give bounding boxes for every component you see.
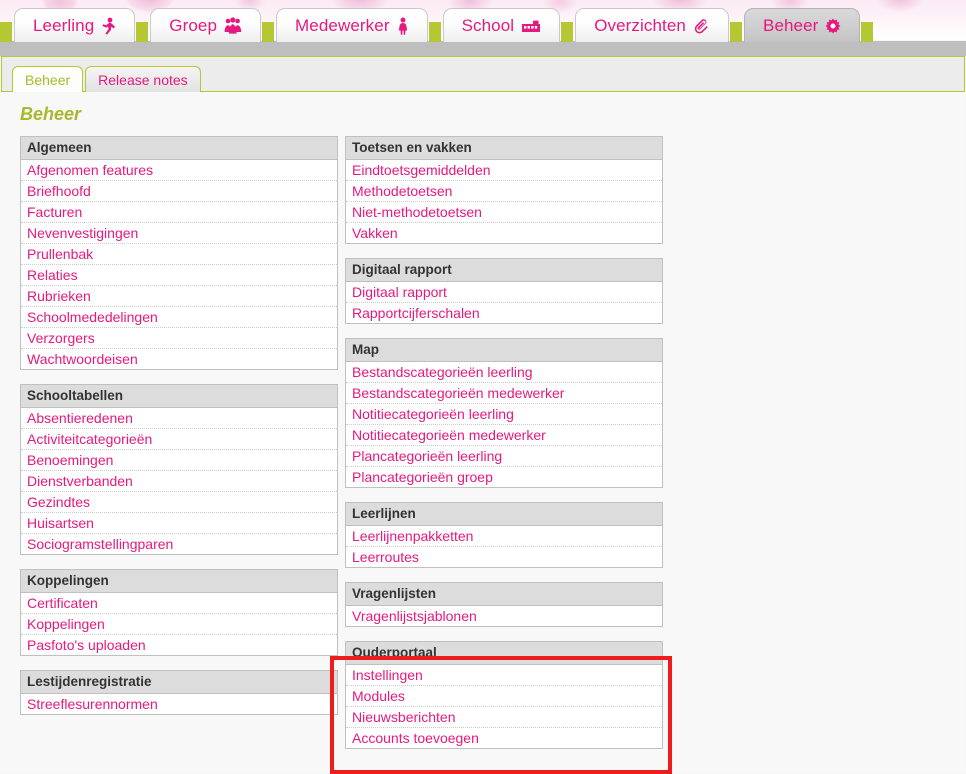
link-notitiecategorie-n-medewerker[interactable]: Notitiecategorieën medewerker (346, 425, 662, 446)
school-building-icon (521, 19, 541, 33)
tab-separator-accent (262, 22, 275, 42)
link-afgenomen-features[interactable]: Afgenomen features (21, 160, 337, 181)
link-prullenbak[interactable]: Prullenbak (21, 244, 337, 265)
tab-separator-accent (561, 22, 574, 42)
link-dienstverbanden[interactable]: Dienstverbanden (21, 471, 337, 492)
section-toetsen-en-vakken: Toetsen en vakken Eindtoetsgemiddelden Met… (345, 136, 663, 244)
section-header: Schooltabellen (21, 385, 337, 408)
link-notitiecategorie-n-leerling[interactable]: Notitiecategorieën leerling (346, 404, 662, 425)
main-tab-groep[interactable]: Groep (150, 8, 262, 42)
section-vragenlijsten: Vragenlijsten Vragenlijstsjablonen (345, 582, 663, 627)
link-briefhoofd[interactable]: Briefhoofd (21, 181, 337, 202)
link-vakken[interactable]: Vakken (346, 223, 662, 243)
link-rubrieken[interactable]: Rubrieken (21, 286, 337, 307)
main-tab-label: Groep (169, 15, 218, 35)
link-schoolmededelingen[interactable]: Schoolmededelingen (21, 307, 337, 328)
link-certificaten[interactable]: Certificaten (21, 593, 337, 614)
link-modules[interactable]: Modules (346, 686, 662, 707)
section-columns: Algemeen Afgenomen features Briefhoofd Fact… (1, 136, 965, 763)
running-child-icon (101, 17, 116, 35)
main-tab-label: Medewerker (295, 15, 390, 35)
section-lestijdenregistratie: Lestijdenregistratie Streeflesurennormen (20, 670, 338, 715)
section-header: Ouderportaal (346, 642, 662, 665)
link-nieuwsberichten[interactable]: Nieuwsberichten (346, 707, 662, 728)
link-huisartsen[interactable]: Huisartsen (21, 513, 337, 534)
link-niet-methodetoetsen[interactable]: Niet-methodetoetsen (346, 202, 662, 223)
main-tab-overzichten[interactable]: Overzichten (575, 8, 729, 42)
link-activiteitcategorie-n[interactable]: Activiteitcategorieën (21, 429, 337, 450)
section-column-2: Toetsen en vakken Eindtoetsgemiddelden Met… (345, 136, 663, 763)
section-header: Vragenlijsten (346, 583, 662, 606)
section-header: Koppelingen (21, 570, 337, 593)
link-gezindtes[interactable]: Gezindtes (21, 492, 337, 513)
tab-separator-accent (730, 22, 742, 42)
section-header: Leerlijnen (346, 503, 662, 526)
section-header: Algemeen (21, 137, 337, 160)
link-methodetoetsen[interactable]: Methodetoetsen (346, 181, 662, 202)
sub-tab-beheer[interactable]: Beheer (12, 66, 84, 92)
section-algemeen: Algemeen Afgenomen features Briefhoofd Fact… (20, 136, 338, 370)
link-wachtwoordeisen[interactable]: Wachtwoordeisen (21, 349, 337, 369)
link-leerroutes[interactable]: Leerroutes (346, 547, 662, 567)
section-schooltabellen: Schooltabellen Absentieredenen Activiteitc… (20, 384, 338, 555)
tab-separator-accent (861, 22, 874, 42)
section-koppelingen: Koppelingen Certificaten Koppelingen Pasfot… (20, 569, 338, 656)
link-bestandscategorie-n-medewerker[interactable]: Bestandscategorieën medewerker (346, 383, 662, 404)
link-sociogramstellingparen[interactable]: Sociogramstellingparen (21, 534, 337, 554)
group-of-people-icon (224, 17, 242, 34)
link-absentieredenen[interactable]: Absentieredenen (21, 408, 337, 429)
link-koppelingen[interactable]: Koppelingen (21, 614, 337, 635)
section-column-1: Algemeen Afgenomen features Briefhoofd Fact… (20, 136, 338, 763)
main-tab-label: School (461, 15, 515, 35)
section-map: Map Bestandscategorieën leerling Bestandsc… (345, 338, 663, 488)
page-content: Beheer Algemeen Afgenomen features Briefho… (1, 91, 965, 771)
link-rapportcijferschalen[interactable]: Rapportcijferschalen (346, 303, 662, 323)
link-leerlijnenpakketten[interactable]: Leerlijnenpakketten (346, 526, 662, 547)
tab-separator-accent (0, 22, 12, 42)
link-eindtoetsgemiddelden[interactable]: Eindtoetsgemiddelden (346, 160, 662, 181)
sub-navigation-tabs: Beheer Release notes (12, 65, 203, 92)
main-tab-leerling[interactable]: Leerling (14, 8, 136, 42)
main-tab-medewerker[interactable]: Medewerker (276, 8, 428, 42)
main-tab-school[interactable]: School (442, 8, 561, 42)
sub-tab-release-notes[interactable]: Release notes (85, 66, 201, 92)
link-digitaal-rapport[interactable]: Digitaal rapport (346, 282, 662, 303)
main-navigation-tabs: Leerling Groep Medewerker School Overzichten… (0, 0, 966, 42)
main-tab-label: Overzichten (594, 15, 686, 35)
page-title: Beheer (20, 104, 82, 124)
link-facturen[interactable]: Facturen (21, 202, 337, 223)
section-leerlijnen: Leerlijnen Leerlijnenpakketten Leerroutes (345, 502, 663, 568)
section-digitaal-rapport: Digitaal rapport Digitaal rapport Rapportc… (345, 258, 663, 324)
link-bestandscategorie-n-leerling[interactable]: Bestandscategorieën leerling (346, 362, 662, 383)
link-accounts-toevoegen[interactable]: Accounts toevoegen (346, 728, 662, 748)
section-header: Toetsen en vakken (346, 137, 662, 160)
person-icon (397, 17, 409, 35)
tab-separator-accent (428, 22, 441, 42)
section-ouderportaal: Ouderportaal Instellingen Modules Nieuwsber… (345, 641, 663, 749)
link-relaties[interactable]: Relaties (21, 265, 337, 286)
paperclip-icon (693, 17, 710, 34)
main-tab-label: Leerling (33, 15, 95, 35)
section-header: Lestijdenregistratie (21, 671, 337, 694)
section-header: Digitaal rapport (346, 259, 662, 282)
gear-icon (825, 18, 841, 34)
link-streeflesurennormen[interactable]: Streeflesurennormen (21, 694, 337, 714)
link-verzorgers[interactable]: Verzorgers (21, 328, 337, 349)
link-plancategorie-n-leerling[interactable]: Plancategorieën leerling (346, 446, 662, 467)
tab-separator-accent (136, 22, 149, 42)
tabbar-underline-strip (0, 41, 966, 56)
link-instellingen[interactable]: Instellingen (346, 665, 662, 686)
main-tab-beheer[interactable]: Beheer (744, 8, 861, 42)
link-nevenvestigingen[interactable]: Nevenvestigingen (21, 223, 337, 244)
link-vragenlijstsjablonen[interactable]: Vragenlijstsjablonen (346, 606, 662, 626)
link-benoemingen[interactable]: Benoemingen (21, 450, 337, 471)
link-plancategorie-n-groep[interactable]: Plancategorieën groep (346, 467, 662, 487)
main-tab-label: Beheer (763, 15, 819, 35)
section-header: Map (346, 339, 662, 362)
link-pasfoto-s-uploaden[interactable]: Pasfoto's uploaden (21, 635, 337, 655)
